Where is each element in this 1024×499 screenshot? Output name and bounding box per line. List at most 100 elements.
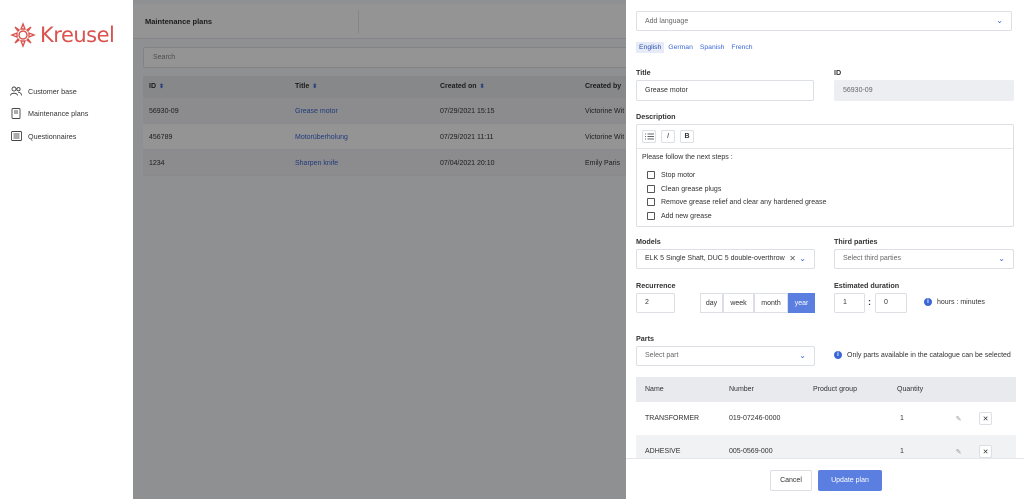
italic-button[interactable]: I [661, 130, 675, 143]
parts-select[interactable]: Select part ⌄ [636, 346, 815, 366]
sidebar-nav: Customer base Maintenance plans Question… [10, 80, 88, 148]
clear-icon[interactable]: ✕ [789, 254, 796, 263]
cell-part-number: 005-0569-000 [729, 448, 773, 455]
duration-hours-input[interactable]: 1 [834, 293, 865, 313]
bullet-list-button[interactable] [642, 130, 656, 143]
id-value: 56930-09 [843, 87, 873, 94]
tab-spanish[interactable]: Spanish [697, 42, 728, 53]
checkbox[interactable] [647, 198, 655, 206]
sidebar-item-questionnaires[interactable]: Questionnaires [10, 125, 88, 148]
models-value: ELK 5 Single Shaft, DÜC 5 double-overthr… [645, 255, 785, 262]
modal-backdrop[interactable] [133, 0, 626, 499]
list-icon [10, 130, 22, 142]
recurrence-value: 2 [645, 299, 649, 306]
title-label: Title [636, 68, 651, 77]
chevron-down-icon: ⌄ [996, 16, 1003, 25]
third-parties-placeholder: Select third parties [843, 255, 901, 262]
cell-quantity: 1 [900, 415, 904, 422]
description-editor[interactable]: I B Please follow the next steps : Stop … [636, 124, 1014, 227]
checkbox[interactable] [647, 185, 655, 193]
title-input[interactable]: Grease motor [636, 80, 814, 101]
drawer-footer: Cancel Update plan [626, 458, 1024, 499]
add-language-select[interactable]: Add language ⌄ [636, 11, 1012, 31]
duration-label: Estimated duration [834, 281, 900, 290]
tab-french[interactable]: French [728, 42, 755, 53]
sidebar-item-maintenance-plans[interactable]: Maintenance plans [10, 103, 88, 126]
edit-plan-drawer: Add language ⌄ English German Spanish Fr… [626, 0, 1024, 499]
id-input: 56930-09 [834, 80, 1014, 101]
chevron-down-icon: ⌄ [998, 254, 1005, 263]
checklist-item[interactable]: Remove grease relief and clear any harde… [647, 198, 826, 206]
brand-name: Kreusel [40, 23, 115, 47]
checklist-item[interactable]: Clean grease plugs [647, 185, 721, 193]
parts-label: Parts [636, 334, 654, 343]
language-tabs: English German Spanish French [636, 42, 757, 53]
duration-minutes-input[interactable]: 0 [875, 293, 907, 313]
id-label: ID [834, 68, 842, 77]
recurrence-year-button[interactable]: year [788, 293, 815, 313]
models-label: Models [636, 237, 661, 246]
sidebar-item-customer-base[interactable]: Customer base [10, 80, 88, 103]
recurrence-day-button[interactable]: day [700, 293, 723, 313]
checklist-label: Add new grease [661, 212, 712, 220]
delete-x-icon[interactable]: ✕ [979, 412, 992, 425]
book-icon [10, 108, 22, 120]
chevron-down-icon: ⌄ [799, 254, 806, 263]
column-header-quantity: Quantity [897, 386, 924, 393]
checklist-label: Remove grease relief and clear any harde… [661, 198, 827, 206]
title-value: Grease motor [645, 87, 688, 94]
edit-pencil-icon[interactable]: ✎ [952, 445, 965, 458]
third-parties-select[interactable]: Select third parties ⌄ [834, 249, 1014, 269]
table-row: TRANSFORMER 019-07246-0000 1 ✎ ✕ [636, 402, 1016, 435]
delete-x-icon[interactable]: ✕ [979, 445, 992, 458]
description-label: Description [636, 112, 676, 121]
checklist-item[interactable]: Stop motor [647, 171, 695, 179]
duration-hint: i hours : minutes [924, 298, 985, 306]
chevron-down-icon: ⌄ [799, 351, 806, 360]
checkbox[interactable] [647, 212, 655, 220]
recurrence-label: Recurrence [636, 281, 676, 290]
parts-placeholder: Select part [645, 352, 679, 359]
checklist-label: Stop motor [661, 171, 696, 179]
brand-logo[interactable]: Kreusel [10, 22, 115, 48]
kreusel-logo-icon [10, 22, 36, 48]
column-header-number: Number [729, 386, 754, 393]
models-select[interactable]: ELK 5 Single Shaft, DÜC 5 double-overthr… [636, 249, 815, 269]
cell-quantity: 1 [900, 448, 904, 455]
sidebar-item-label: Questionnaires [28, 131, 77, 141]
column-header-name: Name [645, 386, 664, 393]
column-header-product-group: Product group [813, 386, 857, 393]
recurrence-week-button[interactable]: week [723, 293, 754, 313]
info-icon: i [834, 351, 842, 359]
users-icon [10, 85, 22, 97]
duration-hours-value: 1 [843, 299, 847, 306]
parts-table: Name Number Product group Quantity TRANS… [636, 377, 1016, 468]
duration-separator: : [868, 297, 871, 307]
recurrence-input[interactable]: 2 [636, 293, 675, 313]
sidebar-item-label: Maintenance plans [28, 109, 89, 119]
duration-minutes-value: 0 [884, 299, 888, 306]
bullet-list-icon [644, 133, 654, 140]
tab-german[interactable]: German [665, 42, 696, 53]
info-icon: i [924, 298, 932, 306]
third-parties-label: Third parties [834, 237, 878, 246]
bold-button[interactable]: B [680, 130, 694, 143]
recurrence-month-button[interactable]: month [754, 293, 788, 313]
cell-part-name: ADHESIVE [645, 448, 681, 455]
checklist-label: Clean grease plugs [661, 185, 722, 193]
parts-hint: i Only parts available in the catalogue … [834, 351, 1011, 359]
cell-part-name: TRANSFORMER [645, 415, 700, 422]
add-language-placeholder: Add language [645, 18, 689, 25]
sidebar-item-label: Customer base [28, 86, 77, 96]
cancel-button[interactable]: Cancel [770, 470, 812, 491]
edit-pencil-icon[interactable]: ✎ [952, 412, 965, 425]
editor-toolbar: I B [637, 125, 1013, 149]
checkbox[interactable] [647, 171, 655, 179]
tab-english[interactable]: English [636, 42, 665, 53]
sidebar: Kreusel Customer base Maintenance plans … [0, 0, 133, 499]
cell-part-number: 019-07246-0000 [729, 415, 781, 422]
checklist-item[interactable]: Add new grease [647, 212, 712, 220]
parts-table-header: Name Number Product group Quantity [636, 377, 1016, 402]
update-plan-button[interactable]: Update plan [818, 470, 882, 491]
description-intro: Please follow the next steps : [642, 154, 733, 161]
